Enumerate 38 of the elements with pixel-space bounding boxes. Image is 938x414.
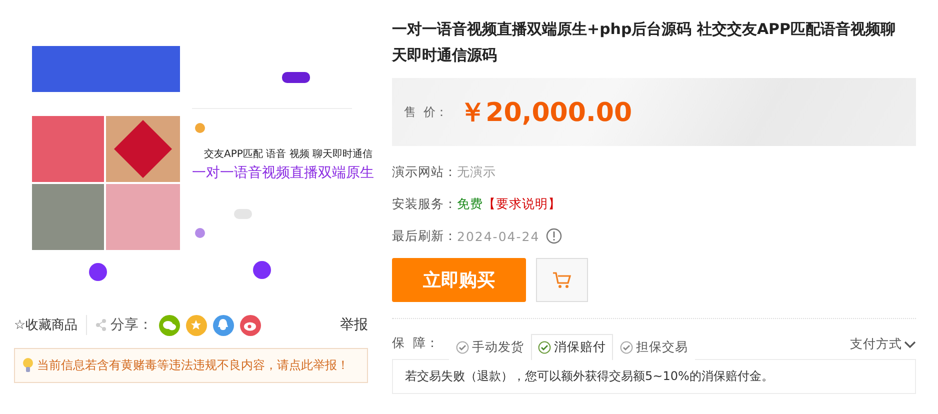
- share-button[interactable]: [186, 314, 207, 336]
- share-icon: [94, 319, 107, 331]
- penguin-icon: [218, 319, 228, 331]
- image-caption: 交友APP匹配 语音 视频 聊天即时通信: [204, 147, 372, 161]
- report-link[interactable]: 举报: [340, 316, 368, 334]
- price-value: ￥20,000.00: [460, 96, 632, 130]
- detail-value: 无演示: [457, 164, 496, 180]
- detail-value: 2024-04-24: [457, 228, 540, 244]
- favorite-link[interactable]: ☆收藏商品: [14, 316, 78, 334]
- check-icon: [456, 341, 469, 354]
- guarantee-tab[interactable]: 消保赔付: [530, 334, 613, 360]
- add-to-cart-button[interactable]: [536, 258, 588, 302]
- info-icon: [546, 228, 562, 244]
- image-caption: 一对一语音视频直播双端原生: [192, 164, 374, 182]
- requirements-link[interactable]: 【要求说明】: [483, 196, 561, 212]
- share-button[interactable]: [158, 314, 180, 336]
- notice-text: 当前信息若含有黄赌毒等违法违规不良内容，请点此举报！: [37, 357, 349, 374]
- star-icon: [190, 319, 202, 331]
- notice-banner[interactable]: 当前信息若含有黄赌毒等违法违规不良内容，请点此举报！: [14, 348, 368, 383]
- eye-icon: [244, 320, 257, 330]
- share-button[interactable]: [212, 314, 234, 336]
- detail-value: 免费: [457, 196, 483, 212]
- chevron-down-icon: [904, 340, 916, 348]
- guarantee-description: 若交易失败（退款），您可以额外获得交易额5~10%的消保赔付金。: [392, 359, 916, 394]
- payment-dropdown[interactable]: 支付方式: [850, 336, 916, 359]
- lightbulb-icon: [23, 358, 33, 373]
- guarantee-label: 保 障：: [392, 335, 439, 352]
- check-icon: [620, 341, 633, 354]
- check-icon: [538, 341, 551, 354]
- share-button[interactable]: [240, 314, 261, 336]
- chat-bubbles-icon: [162, 320, 176, 330]
- detail-label: 安装服务：: [392, 196, 457, 212]
- detail-label: 最后刷新：: [392, 228, 457, 244]
- price-label: 售 价：: [404, 104, 448, 120]
- product-title: 一对一语音视频直播双端原生+php后台源码 社交交友APP匹配语音视频聊天即时通信源码: [392, 19, 897, 66]
- cart-icon: [552, 271, 572, 289]
- detail-label: 演示网站：: [392, 164, 457, 180]
- share-label: 分享：: [110, 316, 153, 334]
